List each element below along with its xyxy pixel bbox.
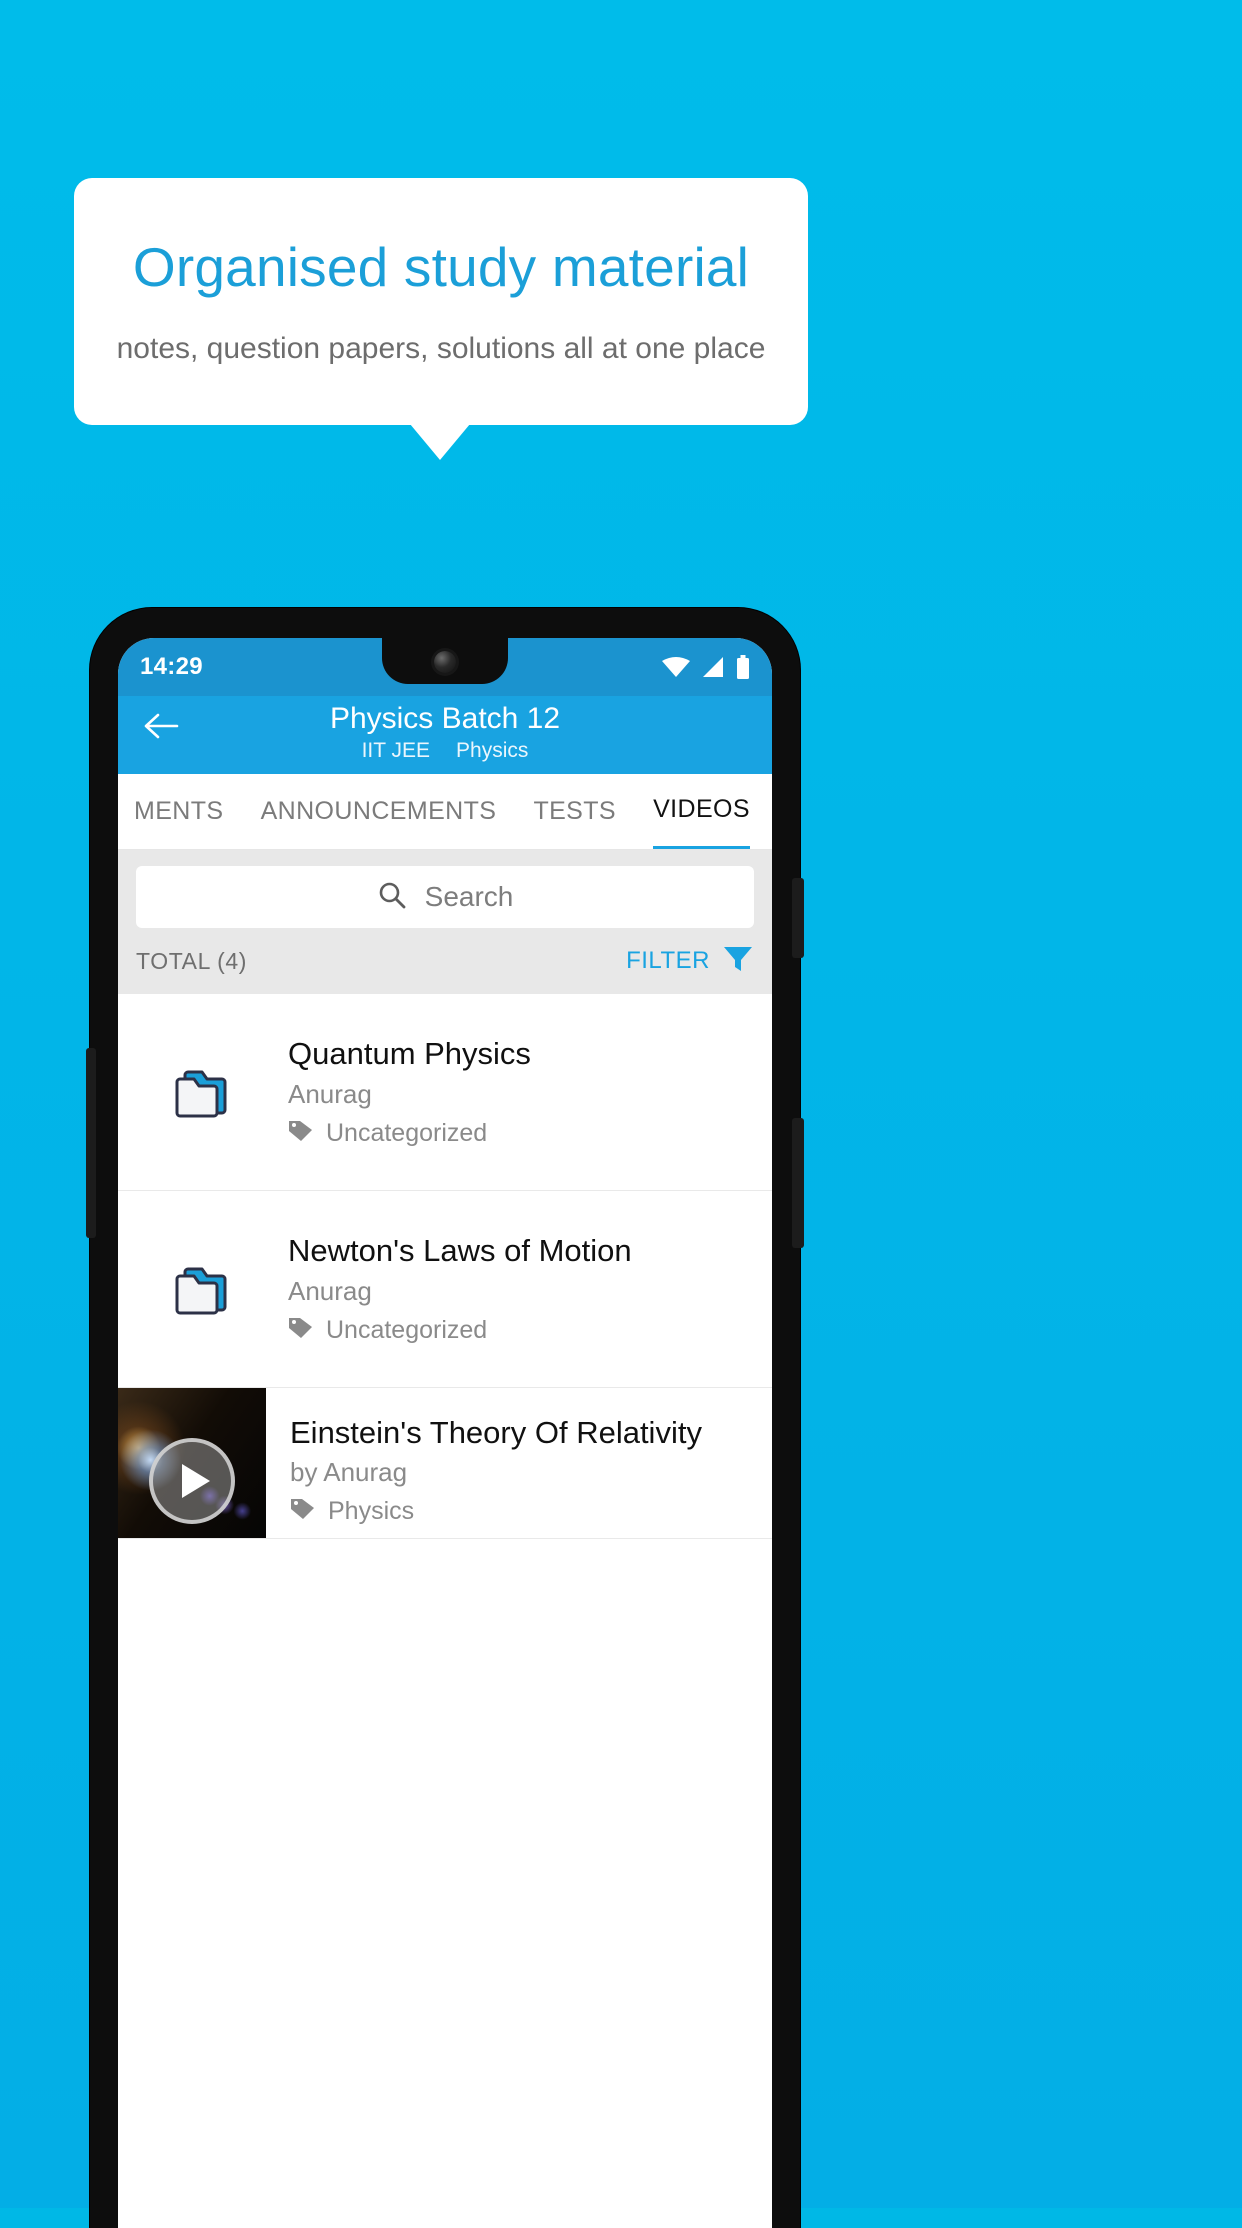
list-item[interactable]: Quantum Physics Anurag Uncategorized	[118, 994, 772, 1191]
search-placeholder: Search	[424, 881, 514, 912]
tag-icon	[290, 1496, 316, 1527]
battery-icon	[736, 655, 750, 679]
phone-power-button[interactable]	[792, 878, 804, 958]
breadcrumb-exam: IIT JEE	[361, 738, 431, 762]
phone-frame: 14:29 Physics Batch 12 IIT JEE Physics M…	[86, 608, 804, 2228]
list-item-title: Einstein's Theory Of Relativity	[290, 1415, 702, 1450]
list-item[interactable]: Einstein's Theory Of Relativity by Anura…	[118, 1388, 772, 1539]
status-bar: 14:29	[118, 638, 772, 696]
back-arrow-icon	[144, 713, 180, 744]
list-item-author: Anurag	[288, 1078, 372, 1109]
phone-left-button[interactable]	[86, 1048, 96, 1238]
tab-assignments[interactable]: MENTS	[134, 774, 224, 849]
filter-funnel-icon	[722, 944, 754, 979]
front-camera-icon	[434, 651, 456, 673]
list-item-body: Quantum Physics Anurag Uncategorized	[288, 1035, 772, 1148]
folder-icon	[118, 1260, 288, 1318]
promo-subtitle: notes, question papers, solutions all at…	[116, 331, 766, 365]
list-item-title: Newton's Laws of Motion	[288, 1233, 632, 1269]
total-count-label: TOTAL (4)	[136, 947, 248, 974]
app-bar-titles: Physics Batch 12 IIT JEE Physics	[118, 702, 772, 763]
list-item-tag: Physics	[290, 1496, 756, 1527]
breadcrumb-subject: Physics	[456, 738, 529, 762]
list-item-body: Einstein's Theory Of Relativity by Anura…	[266, 1388, 772, 1538]
status-icons	[662, 655, 750, 679]
list-item-tag: Uncategorized	[288, 1315, 756, 1346]
list-item-tag-label: Uncategorized	[326, 1118, 488, 1147]
filter-button[interactable]: FILTER	[626, 944, 754, 979]
promo-title: Organised study material	[132, 236, 750, 299]
wifi-icon	[662, 656, 690, 678]
promo-card: Organised study material notes, question…	[74, 178, 808, 425]
list-item[interactable]: Newton's Laws of Motion Anurag Uncategor…	[118, 1191, 772, 1388]
page-title: Physics Batch 12	[329, 702, 561, 735]
list-item-tag: Uncategorized	[288, 1118, 756, 1149]
phone-screen: 14:29 Physics Batch 12 IIT JEE Physics M…	[118, 638, 772, 2228]
list-item-tag-label: Physics	[328, 1497, 415, 1526]
content-list: Quantum Physics Anurag Uncategorized New…	[118, 994, 772, 1539]
list-item-tag-label: Uncategorized	[326, 1315, 488, 1344]
promo-card-tail	[410, 424, 470, 460]
tab-videos[interactable]: VIDEOS	[653, 774, 750, 849]
tag-icon	[288, 1118, 314, 1149]
tab-bar: MENTS ANNOUNCEMENTS TESTS VIDEOS	[118, 774, 772, 850]
list-item-body: Newton's Laws of Motion Anurag Uncategor…	[288, 1232, 772, 1345]
signal-icon	[701, 656, 725, 678]
tab-announcements[interactable]: ANNOUNCEMENTS	[261, 774, 497, 849]
search-icon	[377, 880, 407, 915]
phone-volume-button[interactable]	[792, 1118, 804, 1248]
list-item-author: Anurag	[288, 1275, 372, 1306]
search-band: Search	[118, 850, 772, 928]
list-item-title: Quantum Physics	[288, 1036, 531, 1072]
tag-icon	[288, 1315, 314, 1346]
folder-icon	[118, 1063, 288, 1121]
play-icon[interactable]	[149, 1438, 235, 1524]
app-bar: Physics Batch 12 IIT JEE Physics	[118, 696, 772, 774]
search-input[interactable]: Search	[136, 866, 754, 928]
status-time: 14:29	[140, 653, 203, 680]
list-meta-row: TOTAL (4) FILTER	[118, 928, 772, 994]
breadcrumb: IIT JEE Physics	[118, 739, 772, 763]
back-button[interactable]	[140, 706, 184, 750]
phone-notch	[382, 638, 508, 684]
tab-tests[interactable]: TESTS	[533, 774, 616, 849]
video-thumbnail[interactable]	[118, 1388, 266, 1538]
filter-label: FILTER	[626, 947, 710, 974]
list-item-author: by Anurag	[290, 1457, 408, 1488]
